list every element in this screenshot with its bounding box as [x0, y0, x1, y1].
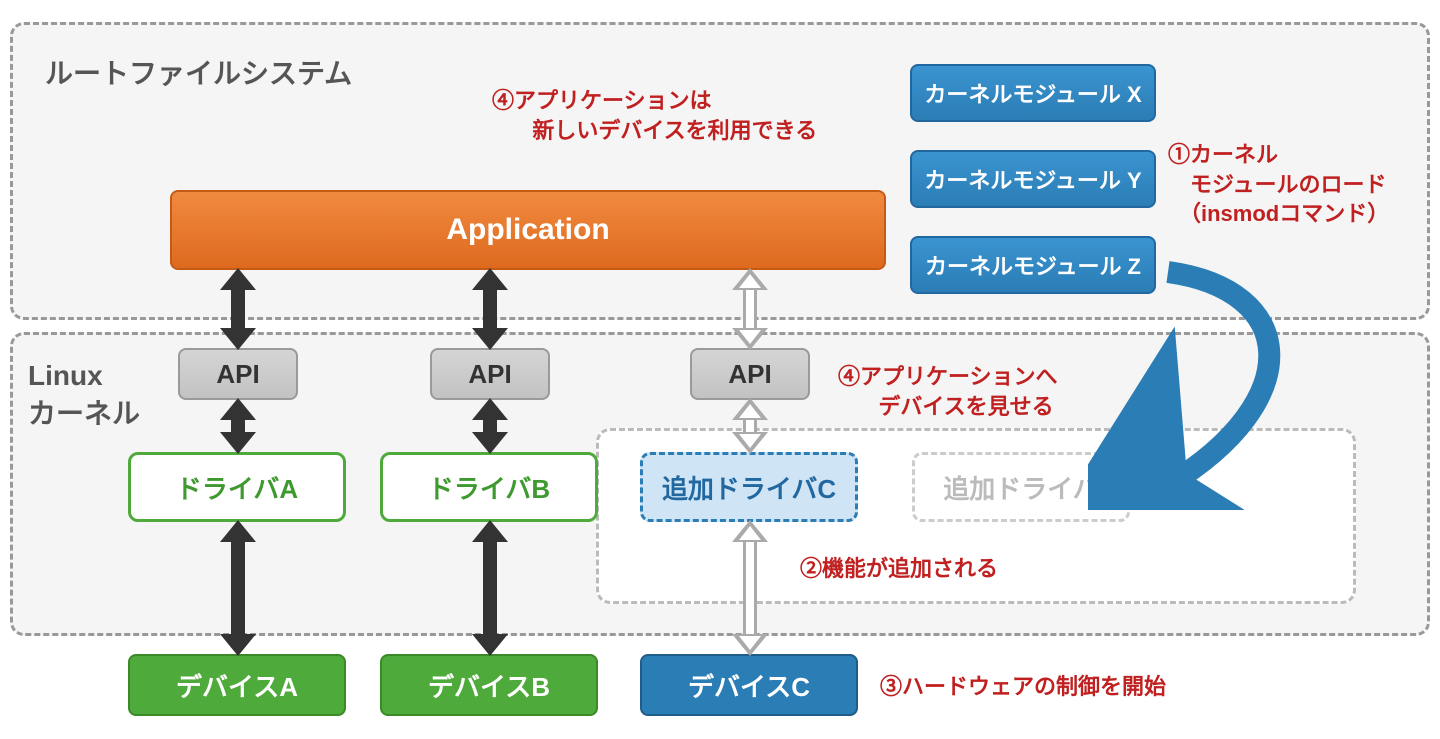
arrow-app-api-b [472, 268, 508, 350]
api-b: API [430, 348, 550, 400]
module-y: カーネルモジュール Y [910, 150, 1156, 208]
api-c: API [690, 348, 810, 400]
arrow-api-drv-a [220, 398, 256, 454]
api-a: API [178, 348, 298, 400]
device-c: デバイスC [640, 654, 858, 716]
kernel-label: Linux カーネル [28, 360, 140, 432]
arrow-drv-dev-c [732, 520, 768, 656]
arrow-drv-dev-a [220, 520, 256, 656]
note-1: ①カーネル モジュールのロード （insmodコマンド） [1168, 140, 1389, 229]
load-arrow-icon [1088, 260, 1348, 510]
note-2: ②機能が追加される [800, 554, 998, 584]
driver-c-added: 追加ドライバC [640, 452, 858, 522]
note-4-mid: ④アプリケーションへ デバイスを見せる [838, 362, 1058, 421]
note-4-top: ④アプリケーションは 新しいデバイスを利用できる [492, 86, 817, 145]
driver-b: ドライバB [380, 452, 598, 522]
arrow-app-api-a [220, 268, 256, 350]
arrow-drv-dev-b [472, 520, 508, 656]
device-b: デバイスB [380, 654, 598, 716]
arrow-app-api-c [732, 268, 768, 350]
arrow-api-drv-b [472, 398, 508, 454]
note-3: ③ハードウェアの制御を開始 [880, 672, 1166, 702]
module-x: カーネルモジュール X [910, 64, 1156, 122]
arrow-api-drv-c [732, 398, 768, 454]
rootfs-label: ルートファイルシステム [45, 52, 352, 92]
device-a: デバイスA [128, 654, 346, 716]
application-box: Application [170, 190, 886, 270]
driver-a: ドライバA [128, 452, 346, 522]
